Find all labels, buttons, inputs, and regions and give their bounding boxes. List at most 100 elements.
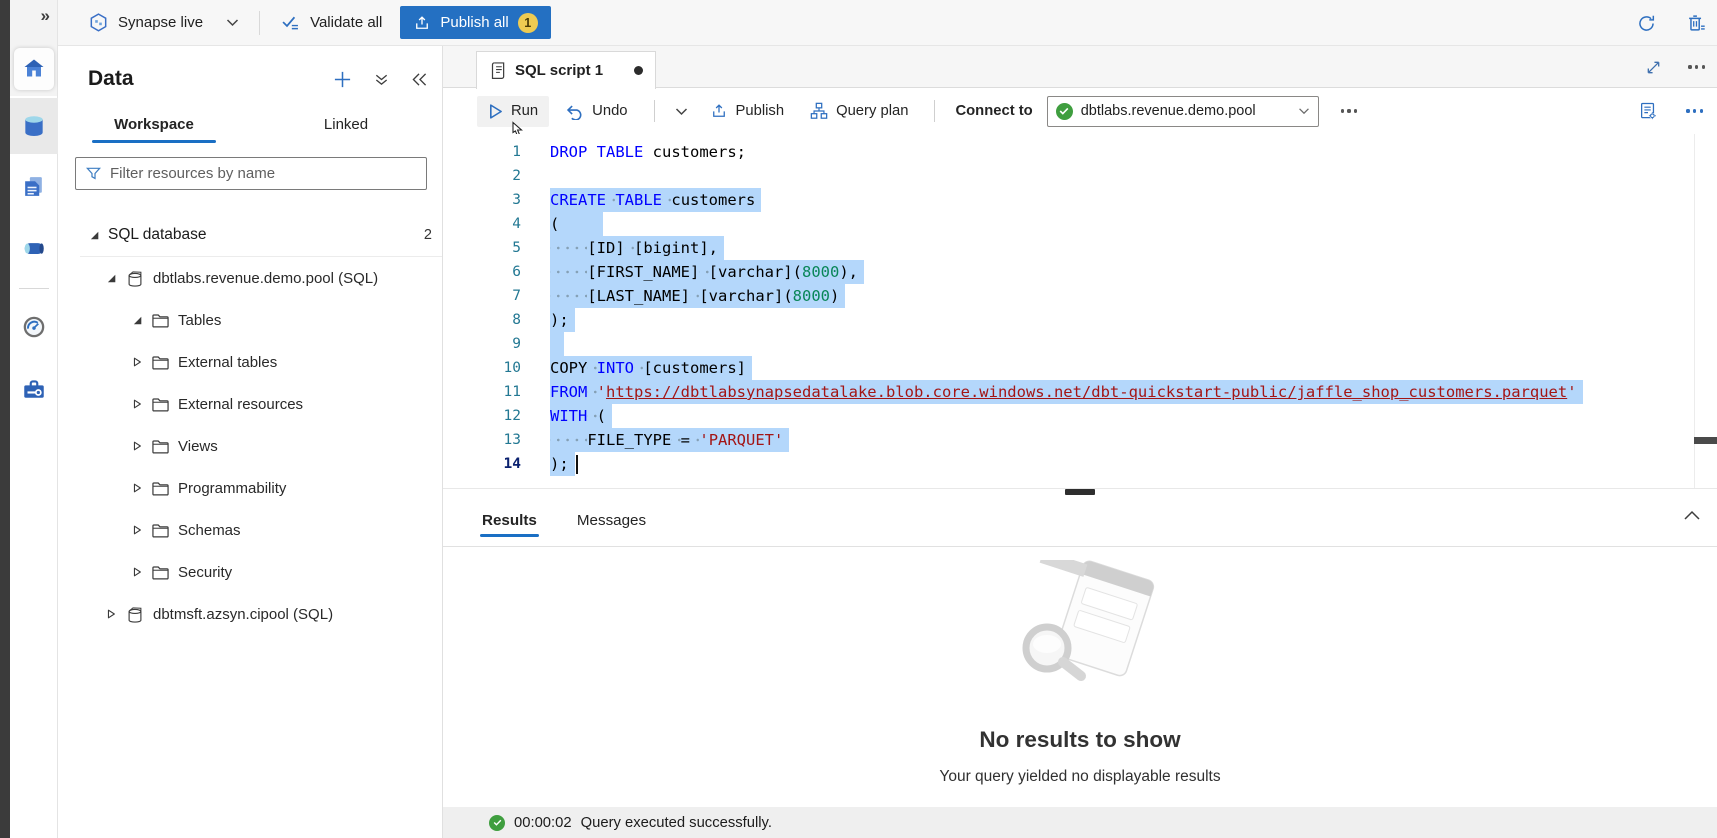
connection-ok-icon bbox=[1056, 103, 1073, 120]
tree-item-tables[interactable]: Tables bbox=[58, 299, 442, 341]
code-line-14[interactable]: 14); bbox=[443, 452, 1717, 476]
folder-icon bbox=[151, 480, 170, 497]
code-line-6[interactable]: 6 [FIRST_NAME] [varchar](8000), bbox=[443, 260, 1717, 284]
integrate-icon bbox=[21, 235, 47, 261]
expand-rail-icon[interactable]: » bbox=[41, 6, 50, 26]
folder-icon bbox=[151, 396, 170, 413]
window-edge-strip bbox=[0, 0, 10, 838]
collapsed-icon[interactable] bbox=[132, 482, 142, 494]
refresh-icon[interactable] bbox=[1636, 13, 1657, 34]
nav-integrate-button[interactable] bbox=[10, 224, 58, 272]
tree-item-security[interactable]: Security bbox=[58, 551, 442, 593]
line-number: 2 bbox=[443, 164, 521, 188]
code-line-11[interactable]: 11FROM 'https://dbtlabsynapsedatalake.bl… bbox=[443, 380, 1717, 404]
folder-icon bbox=[151, 354, 170, 371]
toolbar-more-icon[interactable] bbox=[1341, 109, 1358, 112]
tab-messages[interactable]: Messages bbox=[575, 498, 648, 543]
expanded-icon[interactable] bbox=[106, 273, 117, 284]
tab-linked[interactable]: Linked bbox=[250, 108, 442, 143]
editor-scrollbar[interactable] bbox=[1694, 134, 1717, 488]
code-line-8[interactable]: 8); bbox=[443, 308, 1717, 332]
tree-item-sql-database[interactable]: SQL database2 bbox=[58, 214, 442, 256]
tree-item-dbtmsft-azsyn-cipool-sql[interactable]: dbtmsft.azsyn.cipool (SQL) bbox=[58, 593, 442, 635]
code-line-5[interactable]: 5 [ID] [bigint], bbox=[443, 236, 1717, 260]
tree-item-programmability[interactable]: Programmability bbox=[58, 467, 442, 509]
undo-button[interactable]: Undo bbox=[565, 102, 627, 120]
collapsed-icon[interactable] bbox=[132, 440, 142, 452]
folder-icon bbox=[151, 438, 170, 455]
expanded-icon[interactable] bbox=[132, 315, 143, 326]
collapsed-icon[interactable] bbox=[132, 524, 142, 536]
nav-data-button[interactable] bbox=[10, 98, 58, 154]
nav-develop-button[interactable] bbox=[10, 162, 58, 210]
sql-code-editor[interactable]: 1DROP TABLE customers;23CREATE TABLE cus… bbox=[443, 134, 1717, 488]
selected-text: ); bbox=[550, 452, 575, 476]
tree-item-count: 2 bbox=[424, 227, 432, 243]
tree-item-dbtlabs-revenue-demo-pool-sql[interactable]: dbtlabs.revenue.demo.pool (SQL) bbox=[58, 257, 442, 299]
editor-more-actions-icon[interactable] bbox=[1686, 109, 1703, 112]
code-line-7[interactable]: 7 [LAST_NAME] [varchar](8000) bbox=[443, 284, 1717, 308]
success-icon bbox=[489, 815, 505, 831]
text-cursor bbox=[576, 455, 578, 474]
collapsed-icon[interactable] bbox=[106, 608, 116, 620]
collapsed-icon[interactable] bbox=[132, 398, 142, 410]
code-line-12[interactable]: 12WITH ( bbox=[443, 404, 1717, 428]
tab-more-actions-icon[interactable] bbox=[1688, 65, 1705, 68]
properties-icon[interactable] bbox=[1638, 101, 1658, 121]
develop-icon bbox=[21, 174, 46, 199]
code-line-3[interactable]: 3CREATE TABLE customers bbox=[443, 188, 1717, 212]
collapse-all-icon[interactable] bbox=[374, 72, 389, 87]
code-line-4[interactable]: 4( bbox=[443, 212, 1717, 236]
discard-all-icon[interactable] bbox=[1685, 12, 1707, 34]
run-button[interactable]: Run bbox=[477, 96, 549, 127]
collapse-results-icon[interactable] bbox=[1683, 509, 1701, 521]
add-resource-icon[interactable] bbox=[333, 70, 352, 89]
sql-editor-region: SQL script 1 Run Undo Publish Query plan bbox=[443, 46, 1717, 838]
collapse-panel-icon[interactable] bbox=[411, 72, 428, 87]
tab-results[interactable]: Results bbox=[480, 498, 539, 543]
status-message: Query executed successfully. bbox=[581, 815, 772, 831]
undo-dropdown-icon[interactable] bbox=[675, 107, 688, 116]
scrollbar-thumb[interactable] bbox=[1694, 437, 1717, 444]
code-line-2[interactable]: 2 bbox=[443, 164, 1717, 188]
nav-monitor-button[interactable] bbox=[10, 303, 58, 351]
line-number: 11 bbox=[443, 380, 521, 404]
chevron-down-icon[interactable] bbox=[226, 18, 239, 27]
nav-home-button[interactable] bbox=[14, 48, 54, 90]
nav-manage-button[interactable] bbox=[10, 365, 58, 413]
tree-item-schemas[interactable]: Schemas bbox=[58, 509, 442, 551]
selected-text: WITH ( bbox=[550, 404, 612, 428]
sql-pool-icon bbox=[125, 269, 145, 288]
validate-all-button[interactable]: Validate all bbox=[280, 12, 382, 33]
code-line-13[interactable]: 13 FILE_TYPE = 'PARQUET' bbox=[443, 428, 1717, 452]
line-number: 8 bbox=[443, 308, 521, 332]
publish-button[interactable]: Publish bbox=[710, 102, 785, 120]
selected-text: COPY INTO [customers] bbox=[550, 356, 752, 380]
tree-item-views[interactable]: Views bbox=[58, 425, 442, 467]
tab-workspace[interactable]: Workspace bbox=[58, 108, 250, 143]
rail-divider bbox=[19, 288, 49, 289]
tree-item-external-tables[interactable]: External tables bbox=[58, 341, 442, 383]
code-line-1[interactable]: 1DROP TABLE customers; bbox=[443, 140, 1717, 164]
resource-filter-input[interactable] bbox=[110, 165, 417, 182]
results-resize-handle[interactable] bbox=[443, 488, 1717, 495]
collapsed-icon[interactable] bbox=[132, 356, 142, 368]
tree-item-label: dbtmsft.azsyn.cipool (SQL) bbox=[153, 606, 333, 623]
selected-text: CREATE TABLE customers bbox=[550, 188, 761, 212]
home-icon bbox=[22, 57, 46, 81]
tab-sql-script-1[interactable]: SQL script 1 bbox=[476, 51, 656, 89]
collapsed-icon[interactable] bbox=[132, 566, 142, 578]
selected-text: [ID] [bigint], bbox=[550, 236, 724, 260]
query-plan-button[interactable]: Query plan bbox=[810, 102, 908, 120]
validate-icon bbox=[280, 12, 301, 33]
tree-item-label: dbtlabs.revenue.demo.pool (SQL) bbox=[153, 270, 378, 287]
code-line-10[interactable]: 10COPY INTO [customers] bbox=[443, 356, 1717, 380]
expand-editor-icon[interactable] bbox=[1645, 59, 1662, 76]
expanded-icon[interactable] bbox=[89, 230, 100, 241]
code-line-9[interactable]: 9 bbox=[443, 332, 1717, 356]
git-mode-label: Synapse live bbox=[118, 14, 203, 31]
connect-pool-dropdown[interactable]: dbtlabs.revenue.demo.pool bbox=[1047, 96, 1319, 127]
publish-all-button[interactable]: Publish all 1 bbox=[400, 6, 550, 39]
git-mode-selector[interactable]: Synapse live bbox=[88, 12, 239, 33]
tree-item-external-resources[interactable]: External resources bbox=[58, 383, 442, 425]
